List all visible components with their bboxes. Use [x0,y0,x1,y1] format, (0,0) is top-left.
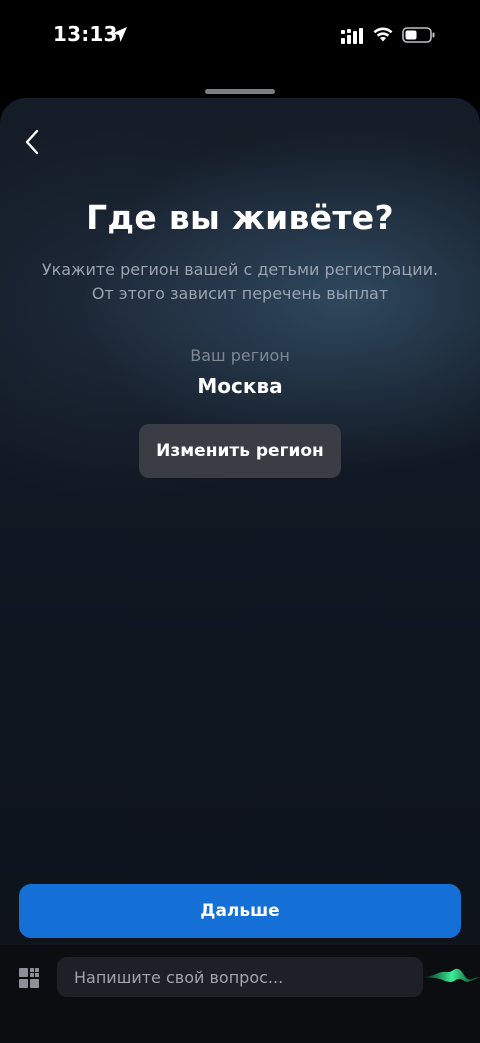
subtitle-line: От этого зависит перечень выплат [91,284,389,303]
status-bar: 13:13 [0,0,480,70]
region-label: Ваш регион [190,346,290,365]
subtitle-line: Укажите регион вашей с детьми регистраци… [41,260,439,279]
back-button[interactable] [14,124,50,160]
battery-icon [402,27,435,43]
wifi-icon [373,27,393,42]
location-arrow-icon [112,27,127,42]
voice-wave-icon[interactable] [424,962,480,992]
next-button[interactable]: Дальше [19,884,461,938]
sheet-grabber[interactable] [205,89,275,94]
signal-icon [341,28,363,44]
grid-icon[interactable] [18,967,40,989]
change-region-button[interactable]: Изменить регион [139,424,341,478]
screen: 13:13 Где вы живёте? Укажите регион ваше… [0,0,480,1043]
status-time: 13:13 [53,22,118,46]
region-value: Москва [197,374,283,398]
question-input[interactable] [57,957,423,997]
chevron-left-icon [25,129,39,155]
page-title: Где вы живёте? [86,198,394,237]
page-subtitle: Укажите регион вашей с детьми регистраци… [20,258,460,306]
